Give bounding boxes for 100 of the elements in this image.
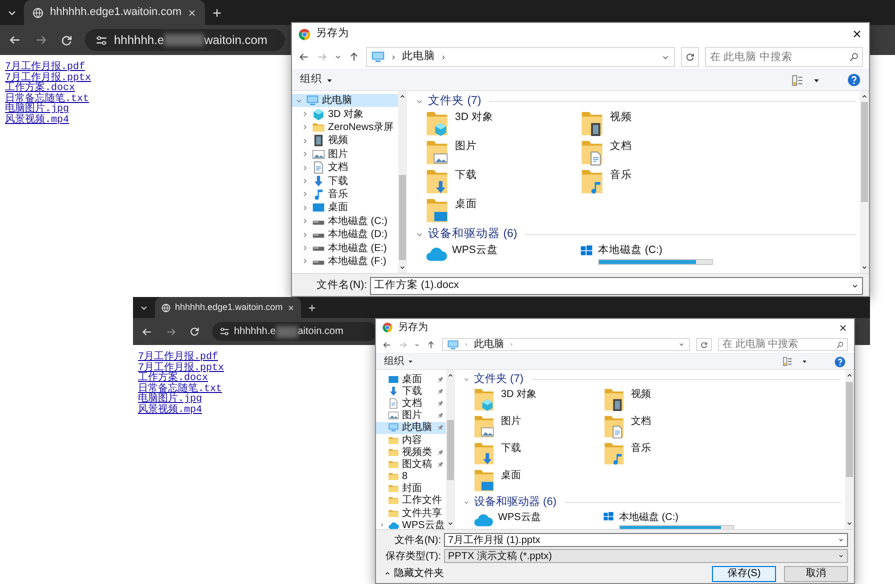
organize-menu[interactable]: 组织 <box>384 354 414 369</box>
sidebar-item[interactable]: 8 <box>376 470 446 483</box>
folder-label[interactable]: 音乐 <box>631 441 651 456</box>
cancel-button[interactable]: 取消 <box>784 566 848 582</box>
sidebar-item[interactable]: 工作文件 <box>376 494 446 508</box>
sidebar-item[interactable]: 桌面 <box>376 373 446 386</box>
back-arrow-icon[interactable] <box>298 51 310 63</box>
folder-label[interactable]: 3D 对象 <box>455 110 494 126</box>
browser-tab[interactable]: hhhhhh.edge1.waitoin.com <box>24 0 206 25</box>
scrollbar[interactable] <box>398 91 407 273</box>
chevron-icon[interactable] <box>301 110 309 118</box>
sidebar-item[interactable]: 图文稿 <box>376 458 446 470</box>
address-bar[interactable]: 此电脑 <box>442 338 690 352</box>
scroll-down-icon[interactable] <box>447 520 454 527</box>
chevron-icon[interactable] <box>379 522 385 528</box>
address-bar[interactable]: hhhhhh.e aitoin.com <box>212 322 377 341</box>
close-icon[interactable] <box>851 28 863 40</box>
sidebar-item[interactable]: 文档 <box>376 397 446 410</box>
forward-arrow-icon[interactable] <box>34 33 48 47</box>
sidebar-item[interactable]: 图片 <box>376 410 446 422</box>
reload-icon[interactable] <box>60 34 73 46</box>
sidebar-item[interactable]: 音乐 <box>292 188 398 202</box>
scroll-up-icon[interactable] <box>399 93 406 100</box>
save-button[interactable]: 保存(S) <box>712 566 776 582</box>
close-icon[interactable] <box>187 8 198 18</box>
folder-label[interactable]: 下载 <box>501 441 521 456</box>
folder-label[interactable]: 文档 <box>631 414 651 429</box>
chevron-icon[interactable] <box>301 204 309 212</box>
sidebar-item[interactable]: 此电脑 <box>292 94 398 108</box>
reload-icon[interactable] <box>189 326 200 337</box>
section-header[interactable]: 文件夹 (7) <box>474 371 524 388</box>
scroll-down-icon[interactable] <box>861 264 868 271</box>
scroll-up-icon[interactable] <box>447 372 454 379</box>
search-field[interactable]: 在 此电脑 中搜索 <box>704 47 863 67</box>
sidebar-item[interactable]: 内容 <box>376 434 446 446</box>
chevron-right-icon[interactable] <box>440 54 447 60</box>
chevron-icon[interactable] <box>301 257 309 266</box>
sidebar-item[interactable]: 视频类 <box>376 446 446 458</box>
view-options-icon[interactable] <box>791 74 804 86</box>
chevron-down-icon[interactable] <box>334 53 342 61</box>
plus-icon[interactable] <box>306 302 317 312</box>
folder-label[interactable]: 下载 <box>455 168 477 184</box>
chevron-icon[interactable] <box>463 499 470 506</box>
file-name-field[interactable]: 7月工作月报 (1).pptx <box>444 532 848 548</box>
sidebar-item[interactable]: 本地磁盘 (C:) <box>292 214 398 228</box>
file-type-select[interactable]: PPTX 演示文稿 (*.pptx) <box>444 548 848 564</box>
chevron-icon[interactable] <box>301 164 309 172</box>
view-options-icon[interactable] <box>782 356 793 367</box>
chevron-icon[interactable] <box>463 376 470 383</box>
tune-icon[interactable] <box>95 34 108 46</box>
scroll-down-icon[interactable] <box>399 264 406 271</box>
chevron-icon[interactable] <box>301 177 309 186</box>
drive-label[interactable]: WPS云盘 <box>452 243 498 259</box>
scrollbar[interactable] <box>860 91 869 273</box>
refresh-button[interactable] <box>696 338 712 352</box>
sidebar-item[interactable]: ZeroNews录屏 <box>292 120 398 134</box>
folder-label[interactable]: 视频 <box>610 110 632 126</box>
scroll-up-icon[interactable] <box>846 372 853 379</box>
close-icon[interactable] <box>286 304 295 312</box>
sidebar-item[interactable]: 本地磁盘 (F:) <box>292 254 398 268</box>
close-icon[interactable] <box>838 322 848 332</box>
file-name-field[interactable]: 工作方案 (1).docx <box>370 277 863 295</box>
chevron-icon[interactable] <box>301 244 309 252</box>
folder-label[interactable]: 视频 <box>631 387 651 402</box>
scroll-up-icon[interactable] <box>861 93 868 100</box>
scroll-down-icon[interactable] <box>846 520 853 527</box>
help-icon[interactable] <box>847 73 861 87</box>
sidebar-item[interactable]: WPS云盘 <box>376 519 446 529</box>
chevron-icon[interactable] <box>301 136 309 145</box>
chevron-down-icon[interactable] <box>678 341 685 348</box>
plus-icon[interactable] <box>211 6 224 18</box>
folder-label[interactable]: 文档 <box>610 139 632 155</box>
sidebar-item[interactable]: 桌面 <box>292 201 398 215</box>
file-link[interactable]: 风景视频.mp4 <box>138 406 202 416</box>
drive-label[interactable]: WPS云盘 <box>498 510 541 525</box>
browser-tab[interactable]: hhhhhh.edge1.waitoin.com <box>155 297 301 318</box>
folder-label[interactable]: 图片 <box>455 139 477 155</box>
drive-label[interactable]: 本地磁盘 (C:) <box>619 510 734 525</box>
folder-label[interactable]: 桌面 <box>455 197 477 213</box>
breadcrumb-item[interactable]: 此电脑 <box>402 49 435 65</box>
section-header[interactable]: 设备和驱动器 (6) <box>474 494 556 511</box>
chevron-icon[interactable] <box>295 96 303 105</box>
sidebar-item[interactable]: 封面 <box>376 482 446 495</box>
folder-label[interactable]: 图片 <box>501 414 521 429</box>
sidebar-item[interactable]: 此电脑 <box>376 422 446 434</box>
back-arrow-icon[interactable] <box>382 340 392 350</box>
scrollbar[interactable] <box>845 370 854 529</box>
organize-menu[interactable]: 组织 <box>300 72 334 88</box>
sidebar-item[interactable]: 3D 对象 <box>292 107 398 121</box>
sidebar-item[interactable]: 文档 <box>292 160 398 174</box>
folder-label[interactable]: 3D 对象 <box>501 387 537 402</box>
breadcrumb-item[interactable]: 此电脑 <box>474 337 504 352</box>
chevron-icon[interactable] <box>301 190 309 198</box>
chevron-icon[interactable] <box>301 230 309 239</box>
chevron-icon[interactable] <box>301 150 309 158</box>
sidebar-item[interactable]: 下载 <box>376 385 446 398</box>
up-arrow-icon[interactable] <box>348 51 360 63</box>
section-header[interactable]: 设备和驱动器 (6) <box>428 226 518 244</box>
refresh-button[interactable] <box>680 47 699 67</box>
caret-icon[interactable] <box>801 358 808 365</box>
